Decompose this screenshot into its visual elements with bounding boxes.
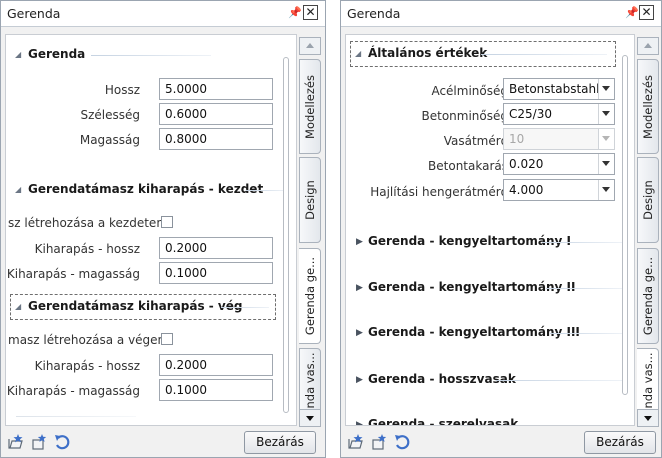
veg-hossz-label: Kiharapás - hossz bbox=[34, 359, 140, 373]
section-altalanos-ertekek[interactable]: ◢ Általános értékek bbox=[350, 41, 616, 67]
section-hosszvasak[interactable]: ▶ Gerenda - hosszvasak bbox=[346, 368, 626, 392]
tab-design[interactable]: Design bbox=[637, 157, 659, 243]
veg-magassag-field[interactable]: 0.1000 bbox=[159, 379, 273, 401]
szelesseg-field[interactable]: 0.6000 bbox=[159, 103, 273, 125]
chevron-down-icon[interactable] bbox=[598, 104, 614, 124]
hajlitasi-label: Hajlítási hengerátmérő bbox=[370, 185, 508, 199]
hajlitasi-select[interactable]: 4.000 bbox=[503, 179, 615, 201]
close-button[interactable]: Bezárás bbox=[244, 431, 316, 454]
star-settings-icon[interactable] bbox=[30, 433, 48, 451]
kezdet-magassag-label: Kiharapás - magasság bbox=[6, 267, 140, 281]
kezdet-create-checkbox[interactable] bbox=[161, 216, 173, 228]
veg-create-label: masz létrehozása a végen bbox=[8, 333, 166, 347]
pin-icon[interactable]: 📌 bbox=[288, 6, 302, 20]
acelminoseg-select[interactable]: Betonstabstahl ( bbox=[503, 78, 615, 100]
collapse-icon[interactable]: ◢ bbox=[15, 185, 21, 194]
collapse-icon[interactable]: ◢ bbox=[15, 50, 21, 59]
section-kiharapas-kezdet[interactable]: ◢ Gerendatámasz kiharapás - kezdet bbox=[6, 178, 296, 202]
betonminoseg-label: Betonminőség bbox=[421, 109, 509, 123]
tab-gerenda-geometria[interactable]: Gerenda ge... bbox=[637, 248, 659, 344]
section-gerenda[interactable]: ◢ Gerenda bbox=[6, 43, 296, 67]
scroll-up-button[interactable] bbox=[299, 37, 321, 55]
vasatmero-label: Vasátmérő bbox=[443, 134, 508, 148]
scroll-down-button[interactable] bbox=[299, 409, 321, 427]
section-kiharapas-veg[interactable]: ◢ Gerendatámasz kiharapás - vég bbox=[10, 294, 276, 320]
left-tab-strip: Modellezés Design Gerenda ge... enda vas… bbox=[299, 34, 321, 427]
acelminoseg-label: Acélminőség bbox=[431, 84, 508, 98]
right-palette-title: Gerenda bbox=[347, 6, 401, 21]
left-property-list: ◢ Gerenda Hossz 5.0000 Szélesség 0.6000 … bbox=[5, 34, 297, 426]
left-palette: Gerenda 📌 ✕ ◢ Gerenda Hossz 5.0000 Széle… bbox=[0, 0, 326, 458]
chevron-down-icon[interactable] bbox=[598, 154, 614, 174]
right-tab-strip: Modellezés Design Gerenda ge... enda vas… bbox=[637, 34, 659, 427]
expand-icon[interactable]: ▶ bbox=[356, 237, 363, 247]
veg-magassag-label: Kiharapás - magasság bbox=[6, 384, 140, 398]
section-kengyeltartomany-1[interactable]: ▶ Gerenda - kengyeltartomány I bbox=[346, 230, 626, 254]
tab-gerenda-geometria[interactable]: Gerenda ge... bbox=[299, 248, 321, 344]
collapse-icon[interactable]: ◢ bbox=[15, 302, 21, 311]
expand-icon[interactable]: ▶ bbox=[356, 283, 363, 293]
section-szerelvasak[interactable]: ▶ Gerenda - szerelvasak bbox=[346, 413, 626, 425]
scroll-up-button[interactable] bbox=[637, 37, 659, 55]
scroll-down-button[interactable] bbox=[637, 409, 659, 427]
expand-icon[interactable]: ▶ bbox=[356, 420, 363, 425]
undo-icon[interactable] bbox=[393, 433, 411, 451]
close-button[interactable]: Bezárás bbox=[584, 431, 656, 454]
close-icon[interactable]: ✕ bbox=[639, 5, 654, 20]
collapse-icon[interactable]: ◢ bbox=[355, 49, 361, 58]
right-property-list: ◢ Általános értékek Acélminőség Betonsta… bbox=[345, 34, 635, 426]
kezdet-hossz-field[interactable]: 0.2000 bbox=[159, 237, 273, 259]
vertical-scrollbar[interactable] bbox=[283, 57, 289, 413]
folder-star-icon[interactable] bbox=[7, 433, 25, 451]
right-title-bar: Gerenda 📌 ✕ bbox=[341, 1, 661, 27]
expand-icon[interactable]: ▶ bbox=[356, 375, 363, 385]
undo-icon[interactable] bbox=[53, 433, 71, 451]
section-kengyeltartomany-2[interactable]: ▶ Gerenda - kengyeltartomány II bbox=[346, 276, 626, 300]
szelesseg-label: Szélesség bbox=[80, 108, 140, 122]
chevron-down-icon bbox=[598, 129, 614, 149]
tab-modellezes[interactable]: Modellezés bbox=[299, 59, 321, 154]
magassag-field[interactable]: 0.8000 bbox=[159, 128, 273, 150]
veg-create-checkbox[interactable] bbox=[161, 333, 173, 345]
expand-icon[interactable]: ▶ bbox=[356, 328, 363, 338]
betonminoseg-select[interactable]: C25/30 bbox=[503, 103, 615, 125]
left-title-bar: Gerenda 📌 ✕ bbox=[1, 1, 325, 27]
kezdet-magassag-field[interactable]: 0.1000 bbox=[159, 262, 273, 284]
right-bottom-bar: Bezárás bbox=[341, 427, 661, 457]
right-palette: Gerenda 📌 ✕ ◢ Általános értékek Acélminő… bbox=[340, 0, 662, 458]
hossz-label: Hossz bbox=[104, 83, 140, 97]
hossz-field[interactable]: 5.0000 bbox=[159, 78, 273, 100]
veg-hossz-field[interactable]: 0.2000 bbox=[159, 354, 273, 376]
left-bottom-bar: Bezárás bbox=[1, 427, 325, 457]
betontakaras-select[interactable]: 0.020 bbox=[503, 153, 615, 175]
vertical-scrollbar[interactable] bbox=[622, 55, 628, 395]
folder-star-icon[interactable] bbox=[347, 433, 365, 451]
vasatmero-select: 10 bbox=[503, 128, 615, 150]
kezdet-hossz-label: Kiharapás - hossz bbox=[34, 242, 140, 256]
section-kengyeltartomany-3[interactable]: ▶ Gerenda - kengyeltartomány III bbox=[346, 321, 626, 345]
tab-modellezes[interactable]: Modellezés bbox=[637, 59, 659, 154]
magassag-label: Magasság bbox=[79, 133, 140, 147]
close-icon[interactable]: ✕ bbox=[303, 5, 318, 20]
chevron-down-icon[interactable] bbox=[598, 180, 614, 200]
tab-design[interactable]: Design bbox=[299, 157, 321, 243]
left-palette-title: Gerenda bbox=[7, 6, 61, 21]
kezdet-create-label: sz létrehozása a kezdeten bbox=[8, 216, 164, 230]
chevron-down-icon[interactable] bbox=[598, 79, 614, 99]
star-settings-icon[interactable] bbox=[370, 433, 388, 451]
betontakaras-label: Betontakarás bbox=[428, 159, 508, 173]
pin-icon[interactable]: 📌 bbox=[625, 6, 639, 20]
